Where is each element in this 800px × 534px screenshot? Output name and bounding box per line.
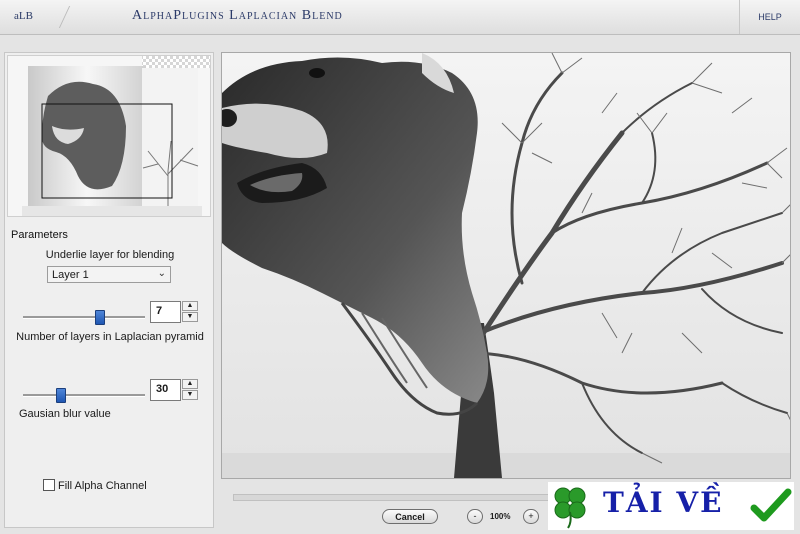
underlie-layer-label: Underlie layer for blending [45, 249, 175, 261]
preview-image [222, 53, 790, 478]
spinner-down-button[interactable]: ▼ [182, 390, 198, 400]
spinner-up-button[interactable]: ▲ [182, 301, 198, 311]
underlie-layer-select[interactable]: Layer 1 ⌄ [47, 266, 171, 283]
preview-canvas[interactable] [221, 52, 791, 479]
title-separator [44, 6, 71, 28]
pyramid-layers-spinner[interactable]: 7 ▲ ▼ [150, 301, 199, 323]
navigator-thumbnail[interactable] [7, 55, 211, 217]
zoom-out-button[interactable]: - [467, 509, 483, 524]
slider-thumb[interactable] [55, 388, 66, 403]
slider-thumb[interactable] [94, 310, 105, 325]
thumbnail-image [22, 56, 210, 216]
title-bar: aLB AlphaPlugins Laplacian Blend HELP [0, 0, 800, 35]
watermark-banner: TẢI VỀ [548, 482, 794, 530]
pyramid-layers-label: Number of layers in Laplacian pyramid [16, 331, 204, 343]
clover-icon [554, 487, 586, 529]
help-button[interactable]: HELP [739, 0, 800, 34]
gaussian-blur-label: Gausian blur value [19, 408, 111, 420]
window-title: AlphaPlugins Laplacian Blend [132, 8, 343, 23]
slider-track [23, 316, 145, 319]
underlie-layer-value: Layer 1 [52, 269, 89, 281]
gaussian-blur-slider[interactable] [23, 388, 145, 403]
fill-alpha-checkbox[interactable]: Fill Alpha Channel [43, 479, 147, 492]
pyramid-layers-value[interactable]: 7 [150, 301, 181, 323]
fill-alpha-label: Fill Alpha Channel [58, 480, 147, 492]
cancel-button[interactable]: Cancel [382, 509, 438, 524]
checkbox-box[interactable] [43, 479, 55, 491]
watermark-text: TẢI VỀ [603, 486, 724, 519]
checkmark-icon [750, 488, 792, 522]
spinner-down-button[interactable]: ▼ [182, 312, 198, 322]
slider-track [23, 394, 145, 397]
gaussian-blur-value[interactable]: 30 [150, 379, 181, 401]
spinner-up-button[interactable]: ▲ [182, 379, 198, 389]
zoom-level: 100% [490, 512, 511, 521]
parameters-panel: Parameters Underlie layer for blending L… [4, 52, 214, 528]
pyramid-layers-slider[interactable] [23, 310, 145, 325]
gaussian-blur-spinner[interactable]: 30 ▲ ▼ [150, 379, 199, 401]
chevron-down-icon: ⌄ [157, 268, 166, 279]
parameters-heading: Parameters [11, 229, 68, 241]
app-logo: aLB [14, 10, 33, 22]
zoom-in-button[interactable]: + [523, 509, 539, 524]
